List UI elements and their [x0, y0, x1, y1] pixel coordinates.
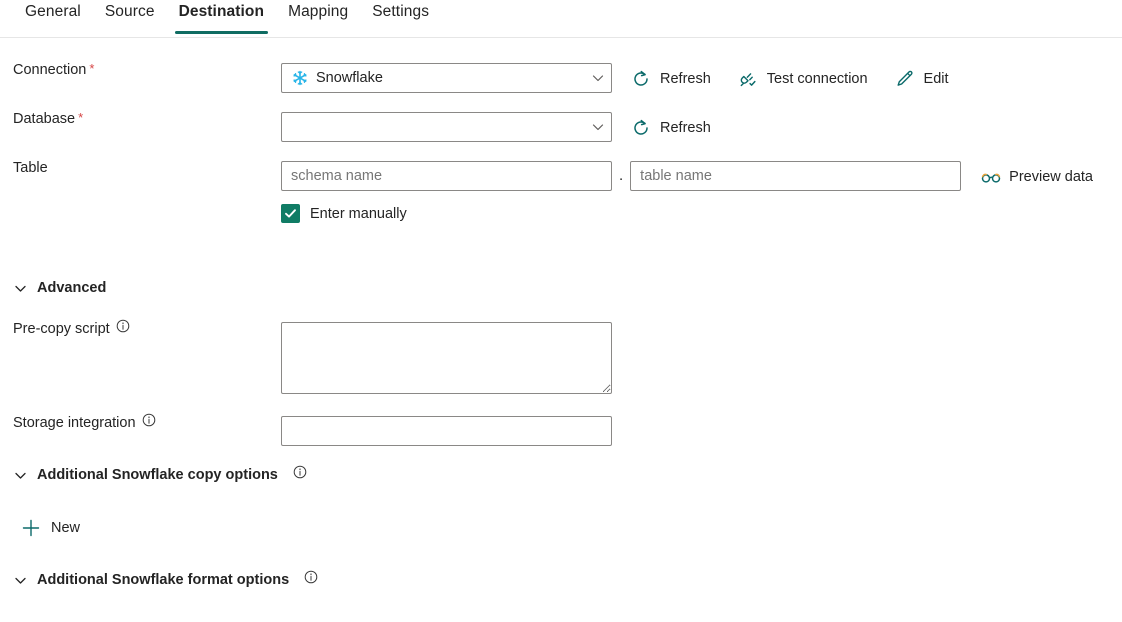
chevron-down-icon [13, 281, 28, 296]
tab-general[interactable]: General [13, 0, 93, 34]
copy-options-section-header[interactable]: Additional Snowflake copy options [0, 465, 307, 484]
enter-manually-label: Enter manually [310, 205, 407, 222]
info-icon[interactable] [116, 319, 130, 333]
database-label-text: Database [13, 111, 76, 127]
schema-table-separator: . [619, 167, 624, 184]
enter-manually-checkbox-row[interactable]: Enter manually [281, 204, 407, 223]
test-connection-button[interactable]: Test connection [738, 63, 868, 89]
tab-source[interactable]: Source [93, 0, 167, 34]
connection-refresh-button[interactable]: Refresh [631, 63, 711, 89]
tab-label: Source [104, 3, 155, 20]
info-icon[interactable] [142, 413, 156, 427]
database-refresh-label: Refresh [660, 119, 711, 136]
format-options-section-label: Additional Snowflake format options [37, 572, 290, 589]
chevron-down-icon [591, 71, 605, 85]
required-asterisk: * [78, 109, 84, 125]
tab-label: Settings [372, 3, 430, 20]
format-options-section-header[interactable]: Additional Snowflake format options [0, 570, 318, 589]
tab-mapping[interactable]: Mapping [276, 0, 360, 34]
table-label: Table [0, 161, 281, 176]
connection-label-text: Connection [13, 62, 87, 78]
glasses-icon [980, 167, 1001, 187]
required-asterisk: * [89, 60, 95, 76]
pre-copy-script-row: Pre-copy script [0, 319, 612, 394]
pencil-icon [895, 69, 915, 89]
refresh-icon [631, 118, 651, 138]
tab-settings[interactable]: Settings [360, 0, 441, 34]
plus-icon [22, 519, 40, 537]
copy-options-new-label: New [51, 519, 81, 536]
database-refresh-button[interactable]: Refresh [631, 112, 711, 138]
test-connection-label: Test connection [766, 70, 868, 87]
schema-name-input[interactable] [281, 161, 612, 191]
info-icon[interactable] [304, 570, 318, 584]
storage-integration-label: Storage integration [0, 413, 281, 431]
tab-label: Mapping [288, 3, 349, 20]
tab-label: General [25, 3, 81, 20]
database-dropdown[interactable] [281, 112, 612, 142]
chevron-down-icon [13, 573, 28, 588]
connection-label: Connection * [0, 60, 281, 78]
copy-options-new-button[interactable]: New [0, 519, 80, 537]
tab-destination[interactable]: Destination [167, 0, 277, 34]
chevron-down-icon [13, 468, 28, 483]
storage-integration-row: Storage integration [0, 413, 612, 446]
connection-dropdown[interactable]: Snowflake [281, 63, 612, 93]
storage-integration-label-text: Storage integration [13, 415, 136, 431]
connection-value: Snowflake [316, 70, 383, 86]
database-label: Database * [0, 109, 281, 127]
refresh-icon [631, 69, 651, 89]
connection-refresh-label: Refresh [660, 70, 711, 87]
advanced-section-header[interactable]: Advanced [0, 281, 106, 296]
enter-manually-checkbox[interactable] [281, 204, 300, 223]
table-row: Table . Preview data [0, 161, 1093, 191]
copy-options-section-label: Additional Snowflake copy options [37, 467, 278, 484]
tab-bar: General Source Destination Mapping Setti… [0, 0, 1122, 38]
plug-check-icon [738, 69, 758, 89]
chevron-down-icon [591, 120, 605, 134]
connection-row: Connection * Snowflake Refresh Test conn… [0, 60, 949, 93]
pre-copy-script-label: Pre-copy script [0, 319, 281, 337]
tab-label: Destination [178, 3, 265, 20]
edit-connection-button[interactable]: Edit [895, 63, 949, 89]
pre-copy-script-label-text: Pre-copy script [13, 321, 110, 337]
preview-data-label: Preview data [1009, 168, 1093, 185]
table-name-input[interactable] [630, 161, 962, 191]
table-label-text: Table [13, 160, 48, 176]
edit-connection-label: Edit [923, 70, 949, 87]
info-icon[interactable] [293, 465, 307, 479]
snowflake-icon [292, 70, 308, 86]
pre-copy-script-textarea[interactable] [281, 322, 612, 394]
storage-integration-input[interactable] [281, 416, 612, 446]
preview-data-button[interactable]: Preview data [980, 161, 1093, 187]
advanced-section-label: Advanced [37, 280, 107, 297]
database-row: Database * Refresh [0, 109, 711, 142]
